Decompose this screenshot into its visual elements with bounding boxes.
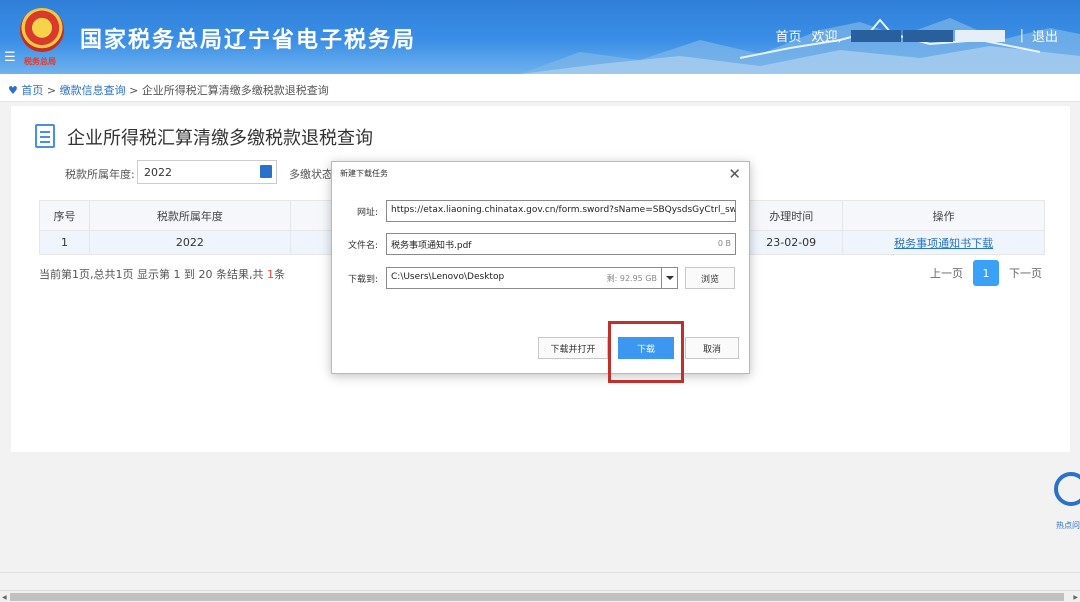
url-value: https://etax.liaoning.chinatax.gov.cn/fo… [391,205,736,215]
top-links: 首页 欢迎, | 退出 [775,26,1058,45]
cursor-click-icon [1054,472,1080,506]
calendar-icon[interactable] [260,165,272,178]
username-mask [850,29,901,42]
file-size: 0 B [717,239,731,248]
cancel-button[interactable]: 取消 [685,337,739,359]
logout-link[interactable]: 退出 [1032,26,1058,45]
pager-info: 当前第1页,总共1页 显示第 1 到 20 条结果,共 1条 [39,266,285,282]
username-mask [902,29,953,42]
scroll-left-icon[interactable]: ◀ [2,594,7,601]
username-mask [954,29,1005,42]
menu-toggle-icon[interactable]: ☰ [4,50,16,65]
filename-value: 税务事项通知书.pdf [391,241,472,251]
pager-info-text: 当前第1页,总共1页 显示第 1 到 20 条结果,共 [39,268,267,281]
status-label: 多缴状态 [289,168,333,181]
breadcrumb: ♥ 首页 > 缴款信息查询 > 企业所得税汇算清缴多缴税款退税查询 [0,74,1080,102]
hot-questions-label: 热点问 [1056,521,1080,530]
saveto-value: C:\Users\Lenovo\Desktop [391,272,505,282]
breadcrumb-current: 企业所得税汇算清缴多缴税款退税查询 [141,84,329,97]
year-label: 税款所属年度: [65,168,135,181]
download-dialog: 新建下载任务 ✕ 网址: https://etax.liaoning.china… [331,161,750,374]
col-header: 税款所属年度 [88,200,291,231]
welcome-text: 欢迎, [811,30,842,45]
row-date: 23-02-09 [739,230,844,255]
site-title: 国家税务总局辽宁省电子税务局 [80,28,417,53]
saveto-label: 下载到: [347,275,378,285]
location-pin-icon: ♥ [8,84,18,97]
filename-row: 文件名: 税务事项通知书.pdf 0 B [332,233,751,255]
row-index: 1 [39,230,90,255]
saveto-field[interactable]: C:\Users\Lenovo\Desktop 剩: 92.95 GB [386,267,662,289]
scrollbar-thumb[interactable] [10,593,1064,601]
pagination: 上一页 1 下一页 [930,260,1042,286]
filename-label: 文件名: [347,241,378,251]
free-space: 剩: 92.95 GB [606,274,657,283]
national-emblem-icon [20,8,64,52]
document-icon [35,124,55,148]
breadcrumb-payment-query[interactable]: 缴款信息查询 [60,84,126,97]
url-row: 网址: https://etax.liaoning.chinatax.gov.c… [332,200,751,222]
divider: | [1019,28,1024,43]
year-value: 2022 [144,166,172,179]
row-action: 税务事项通知书下载 [842,230,1045,255]
next-page-button[interactable]: 下一页 [1009,265,1042,281]
breadcrumb-sep: > [129,84,139,97]
horizontal-scrollbar[interactable]: ◀ ▶ [0,590,1080,602]
pager-info-suffix: 条 [273,268,285,281]
emblem-subtitle: 税务总局 [24,57,56,66]
dialog-title: 新建下载任务 [340,169,388,178]
notice-download-link[interactable]: 税务事项通知书下载 [894,237,993,250]
divider [0,572,1080,573]
chevron-down-icon[interactable] [662,267,678,289]
breadcrumb-home[interactable]: 首页 [21,84,43,97]
prev-page-button[interactable]: 上一页 [930,265,963,281]
browse-button[interactable]: 浏览 [685,267,735,289]
col-header: 办理时间 [739,200,844,231]
year-input[interactable]: 2022 [137,160,277,184]
page-1-button[interactable]: 1 [973,260,999,286]
row-year: 2022 [88,230,291,255]
col-header: 序号 [39,200,90,231]
url-field[interactable]: https://etax.liaoning.chinatax.gov.cn/fo… [386,200,736,222]
url-label: 网址: [356,208,378,218]
site-header: 税务总局 ☰ 国家税务总局辽宁省电子税务局 首页 欢迎, | 退出 [0,0,1080,74]
saveto-row: 下载到: C:\Users\Lenovo\Desktop 剩: 92.95 GB… [332,267,751,289]
highlight-box [608,321,684,383]
hot-questions-widget[interactable]: 热点问 [1044,470,1080,530]
close-icon[interactable]: ✕ [728,165,741,183]
home-link[interactable]: 首页 [775,26,801,45]
breadcrumb-sep: > [46,84,57,97]
scroll-right-icon[interactable]: ▶ [1073,594,1078,601]
pager-info-count: 1 [266,268,274,281]
col-header: 操作 [842,200,1045,231]
filename-field[interactable]: 税务事项通知书.pdf 0 B [386,233,736,255]
download-and-open-button[interactable]: 下载并打开 [538,337,608,359]
page-title: 企业所得税汇算清缴多缴税款退税查询 [67,128,373,149]
